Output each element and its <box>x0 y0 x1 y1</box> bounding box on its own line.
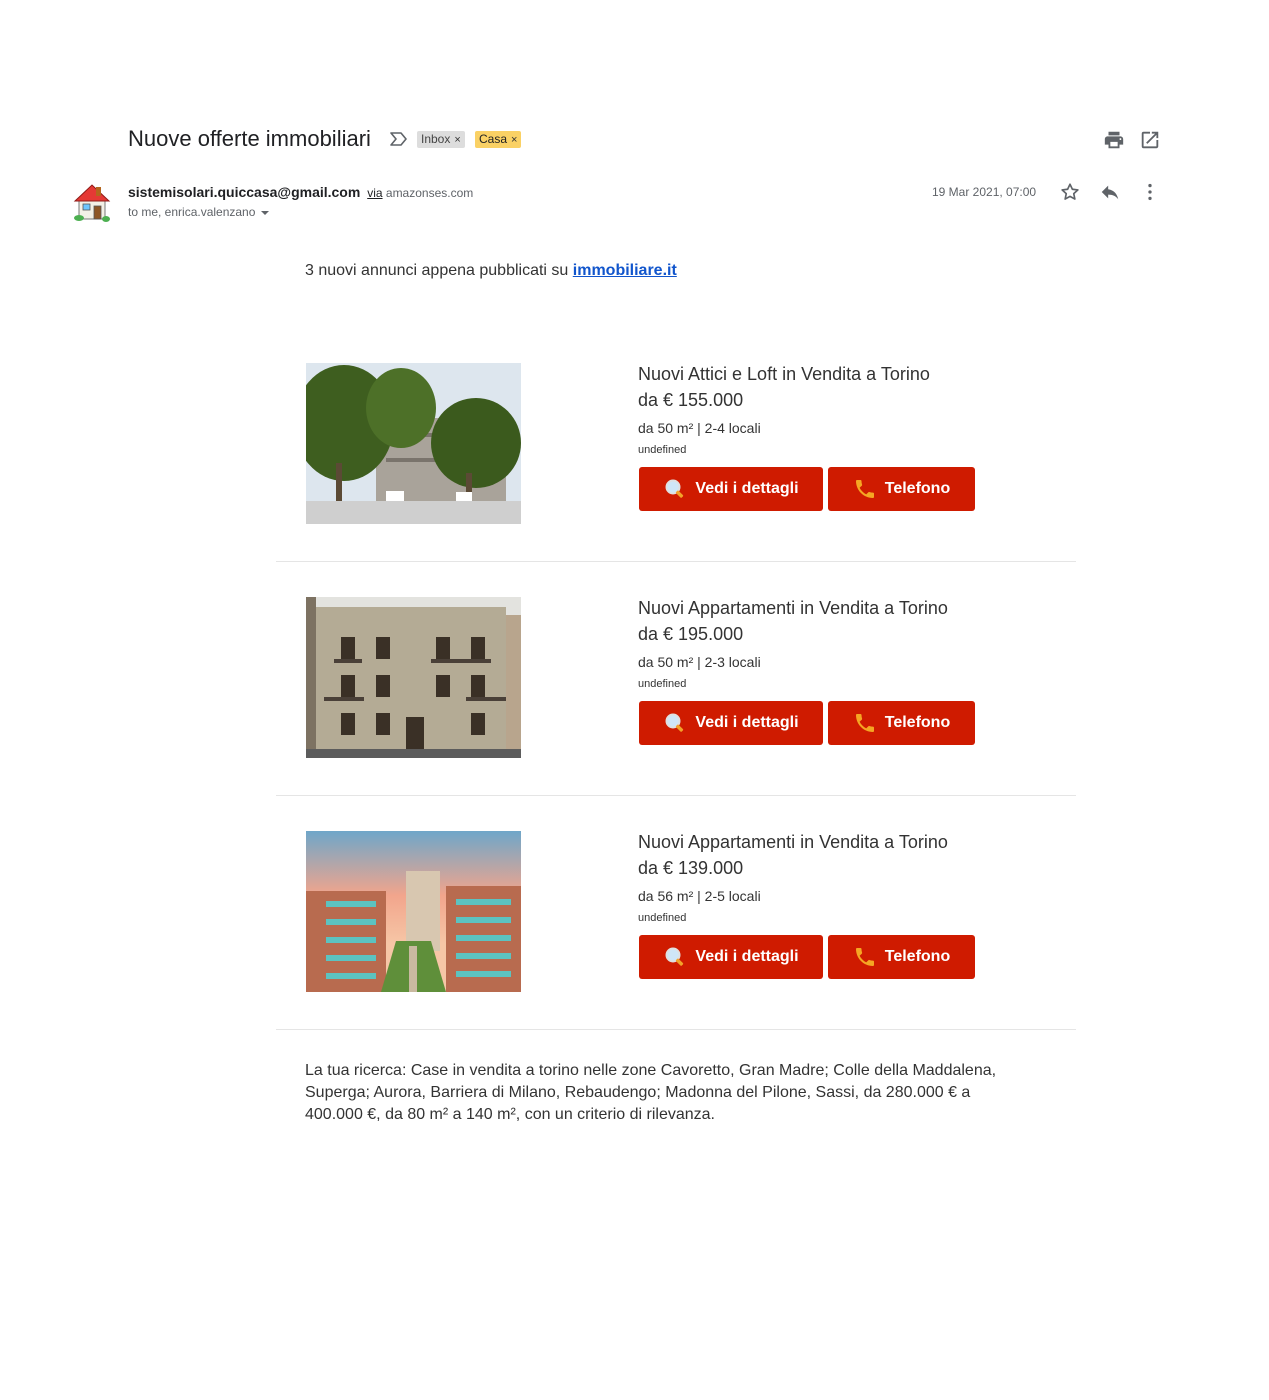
intro-label: 3 nuovi annunci appena pubblicati su <box>305 262 573 279</box>
listing-note: undefined <box>638 678 687 690</box>
more-vertical-icon[interactable] <box>1139 181 1161 203</box>
listing-info: da 50 m² | 2-4 locali <box>638 420 761 436</box>
remove-label-icon[interactable]: × <box>454 134 460 146</box>
via-link[interactable]: via <box>367 186 382 200</box>
listing-photo[interactable] <box>306 597 521 758</box>
listing-price: da € 155.000 <box>638 390 744 410</box>
magnifier-icon <box>665 713 684 732</box>
phone-icon <box>855 480 874 498</box>
search-summary: La tua ricerca: Case in vendita a torino… <box>305 1062 997 1123</box>
magnifier-icon <box>665 947 684 966</box>
view-details-label: Vedi i dettagli <box>695 948 799 965</box>
recipients-line[interactable]: to me, enrica.valenzano <box>128 205 270 219</box>
label-inbox-text: Inbox <box>421 132 451 146</box>
view-details-button[interactable]: Vedi i dettagli <box>639 701 823 745</box>
sender-avatar <box>73 184 111 222</box>
listing-title[interactable]: Nuovi Attici e Loft in Vendita a Torino <box>638 364 930 385</box>
via-domain: via amazonses.com <box>367 186 473 200</box>
immobiliare-link[interactable]: immobiliare.it <box>573 262 677 279</box>
listing-title[interactable]: Nuovi Appartamenti in Vendita a Torino <box>638 832 948 853</box>
importance-marker-icon[interactable] <box>390 132 408 146</box>
chevron-down-icon[interactable] <box>261 210 270 215</box>
listing-note: undefined <box>638 444 687 456</box>
via-domain-text: amazonses.com <box>385 186 474 200</box>
listing-info: da 50 m² | 2-3 locali <box>638 654 761 670</box>
listing-price: da € 139.000 <box>638 858 744 878</box>
sender-email[interactable]: sistemisolari.quiccasa@gmail.com <box>128 184 360 200</box>
listing-divider <box>276 795 1076 796</box>
view-details-button[interactable]: Vedi i dettagli <box>639 935 823 979</box>
label-casa[interactable]: Casa × <box>475 131 522 148</box>
magnifier-icon <box>665 479 684 498</box>
phone-label: Telefono <box>884 714 951 731</box>
view-details-label: Vedi i dettagli <box>695 480 799 497</box>
label-casa-text: Casa <box>479 132 508 146</box>
email-subject: Nuove offerte immobiliari <box>128 126 371 151</box>
listing-note: undefined <box>638 912 687 924</box>
open-in-new-window-icon[interactable] <box>1139 129 1161 151</box>
phone-icon <box>855 948 874 966</box>
phone-button[interactable]: Telefono <box>828 935 975 979</box>
label-inbox[interactable]: Inbox × <box>417 131 465 148</box>
intro-text: 3 nuovi annunci appena pubblicati su imm… <box>305 262 677 280</box>
phone-button[interactable]: Telefono <box>828 467 975 511</box>
listing-title[interactable]: Nuovi Appartamenti in Vendita a Torino <box>638 598 948 619</box>
listing-divider <box>276 1029 1076 1030</box>
print-icon[interactable] <box>1103 129 1125 151</box>
view-details-label: Vedi i dettagli <box>695 714 799 731</box>
view-details-button[interactable]: Vedi i dettagli <box>639 467 823 511</box>
phone-label: Telefono <box>884 480 951 497</box>
reply-icon[interactable] <box>1099 181 1121 203</box>
listing-divider <box>276 561 1076 562</box>
phone-icon <box>855 714 874 732</box>
listing-price: da € 195.000 <box>638 624 744 644</box>
phone-button[interactable]: Telefono <box>828 701 975 745</box>
phone-label: Telefono <box>884 948 951 965</box>
email-date: 19 Mar 2021, 07:00 <box>932 185 1037 199</box>
remove-label-icon[interactable]: × <box>511 134 517 146</box>
listing-photo[interactable] <box>306 831 521 992</box>
listing-info: da 56 m² | 2-5 locali <box>638 888 761 904</box>
listing-photo[interactable] <box>306 363 521 524</box>
star-icon[interactable] <box>1059 181 1081 203</box>
recipients-text: to me, enrica.valenzano <box>128 205 256 219</box>
sender-line: sistemisolari.quiccasa@gmail.com via ama… <box>128 184 473 200</box>
